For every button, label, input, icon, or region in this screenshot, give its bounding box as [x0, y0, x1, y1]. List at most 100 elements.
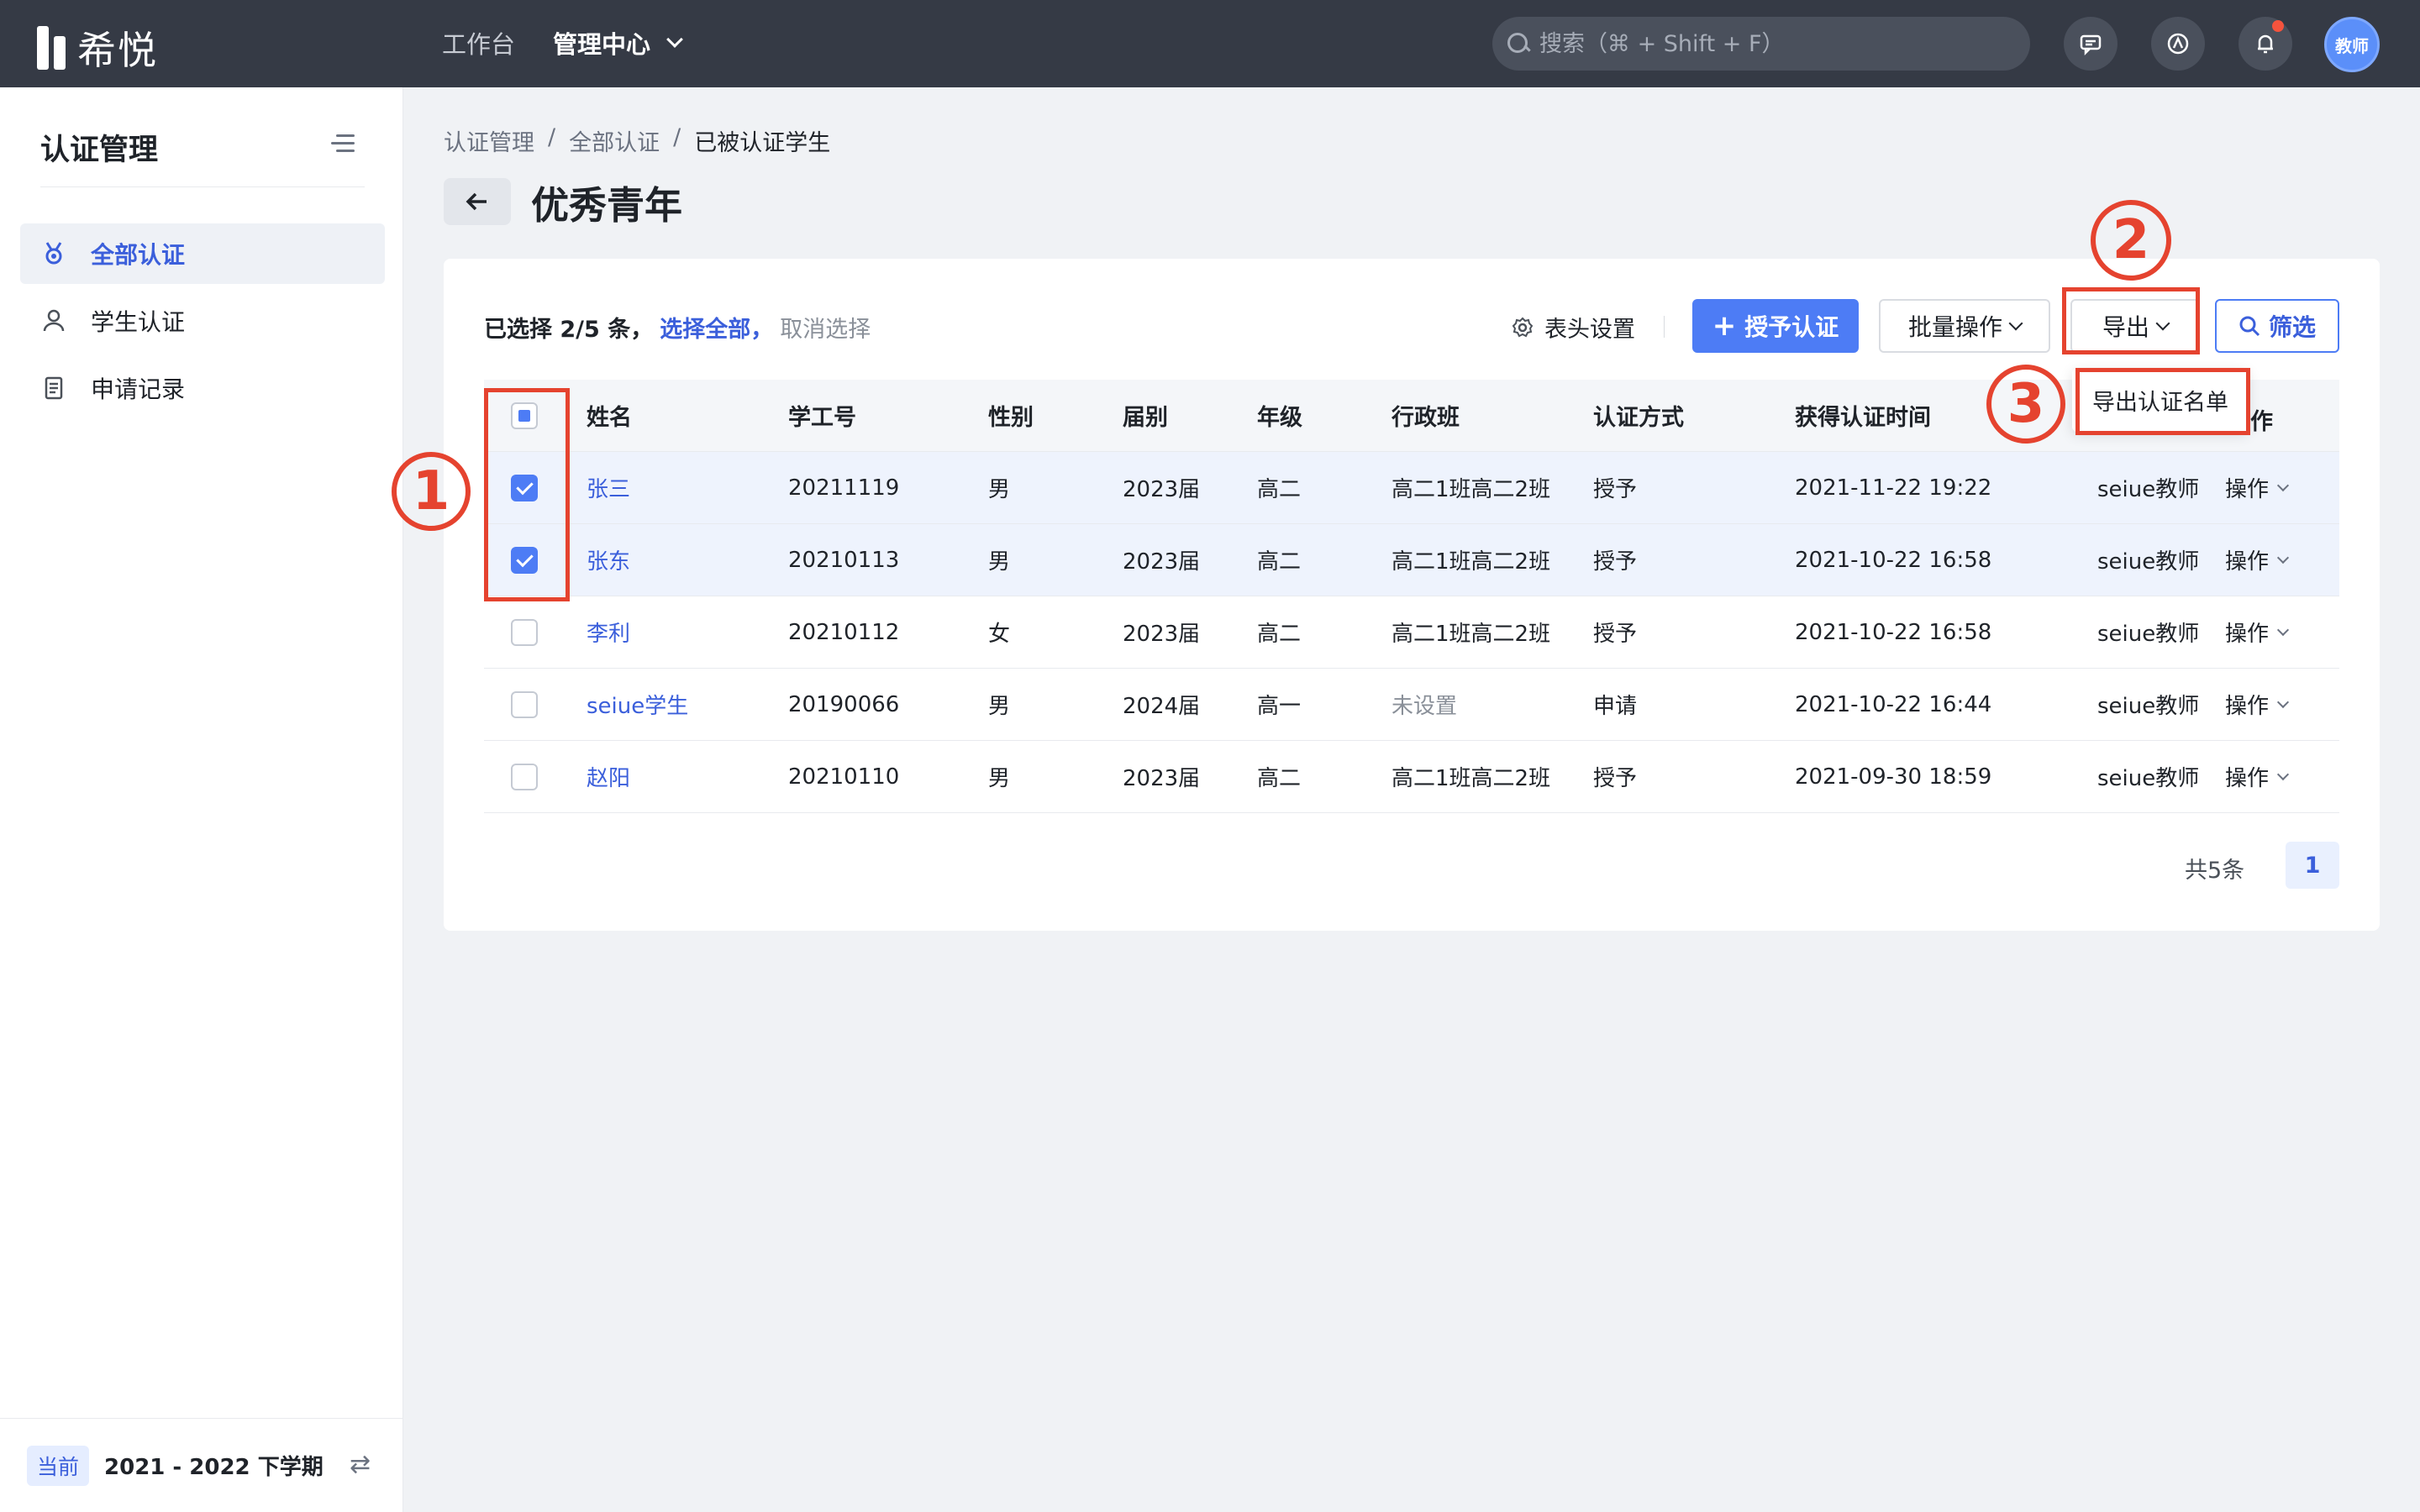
sidebar-item-all-certifications[interactable]: 全部认证 [20, 223, 385, 284]
notifications-button[interactable] [2238, 17, 2292, 71]
back-button[interactable] [444, 178, 511, 225]
logo-mark-icon [37, 26, 66, 70]
filter-button[interactable]: 筛选 [2215, 299, 2339, 353]
row-actions-dropdown[interactable]: 操作 [2225, 544, 2290, 575]
collapse-sidebar-icon[interactable] [331, 134, 355, 153]
nav-workbench[interactable]: 工作台 [442, 25, 515, 60]
student-grade: 高一 [1257, 694, 1302, 719]
header-settings-button[interactable]: 表头设置 [1511, 311, 1635, 344]
annotation-number-three: 3 [1986, 365, 2065, 444]
student-id: 20210113 [788, 547, 900, 573]
pagination-page-1[interactable]: 1 [2286, 842, 2339, 889]
column-header: 行政班 [1392, 405, 1460, 431]
table-row[interactable]: 张东 20210113 男 2023届 高二 高二1班高二2班 授予 2021-… [484, 524, 2339, 596]
search-icon [1507, 33, 1529, 55]
row-actions-dropdown[interactable]: 操作 [2225, 689, 2290, 720]
sidebar-item-label: 学生认证 [91, 308, 186, 336]
student-sex: 男 [988, 549, 1011, 575]
row-actions-dropdown[interactable]: 操作 [2225, 472, 2290, 503]
sidebar: 认证管理 全部认证 学生认证 申请记录 当前 2021 - 2022 下学期 ⇄ [0, 87, 403, 1512]
avatar[interactable]: 教师 [2324, 17, 2380, 72]
student-class: 高二1班高二2班 [1392, 549, 1551, 575]
table-row[interactable]: 李利 20210112 女 2023届 高二 高二1班高二2班 授予 2021-… [484, 596, 2339, 669]
row-checkbox[interactable] [511, 763, 538, 790]
student-grade: 高二 [1257, 766, 1302, 791]
student-sex: 男 [988, 694, 1011, 719]
certification-time: 2021-11-22 19:22 [1795, 475, 1992, 501]
current-term: 2021 - 2022 下学期 [104, 1455, 324, 1480]
column-header-actions: 作 [2250, 409, 2273, 435]
sidebar-title: 认证管理 [40, 134, 159, 167]
student-sex: 男 [988, 766, 1011, 791]
nav-admin-center[interactable]: 管理中心 [553, 25, 683, 60]
annotation-box-checkboxes [484, 388, 570, 601]
student-graduation-year: 2023届 [1123, 477, 1201, 502]
person-icon [43, 309, 65, 332]
student-sex: 女 [988, 622, 1011, 647]
current-term-badge: 当前 [27, 1445, 90, 1486]
search-input[interactable] [1539, 30, 2010, 57]
sidebar-item-label: 全部认证 [91, 241, 186, 269]
apps-button[interactable] [2151, 17, 2205, 71]
row-actions-dropdown[interactable]: 操作 [2225, 761, 2290, 792]
page-title: 优秀青年 [531, 183, 683, 228]
student-name-link[interactable]: 李利 [587, 617, 630, 648]
chevron-down-icon [2276, 479, 2290, 491]
bell-icon [2258, 34, 2273, 54]
student-graduation-year: 2023届 [1123, 622, 1201, 647]
row-actions-dropdown[interactable]: 操作 [2225, 617, 2290, 648]
row-checkbox[interactable] [511, 690, 538, 718]
column-header: 姓名 [587, 405, 632, 431]
student-class: 高二1班高二2班 [1392, 477, 1551, 502]
row-actions-label: 操作 [2225, 766, 2270, 791]
student-class: 高二1班高二2班 [1392, 766, 1551, 791]
column-header: 届别 [1123, 405, 1168, 431]
certified-students-table: 姓名 学工号 性别 届别 年级 行政班 认证方式 获得认证时间 张三 20211… [484, 380, 2339, 813]
student-sex: 男 [988, 477, 1011, 502]
arrow-left-icon [466, 192, 487, 211]
global-search[interactable] [1492, 17, 2030, 71]
column-header: 学工号 [788, 405, 856, 431]
batch-actions-button[interactable]: 批量操作 [1879, 299, 2050, 353]
row-actions-label: 操作 [2225, 477, 2270, 502]
logo-text: 希悦 [77, 28, 158, 73]
column-header: 认证方式 [1593, 405, 1684, 431]
top-bar: 希悦 工作台 管理中心 教师 [0, 0, 2420, 87]
chevron-down-icon [2276, 696, 2290, 708]
annotation-box-export-menu [2075, 368, 2250, 435]
messages-button[interactable] [2064, 17, 2118, 71]
table-row[interactable]: 赵阳 20210110 男 2023届 高二 高二1班高二2班 授予 2021-… [484, 741, 2339, 813]
student-grade: 高二 [1257, 622, 1302, 647]
select-all-link[interactable]: 选择全部， [660, 311, 773, 344]
grant-label: 授予认证 [1744, 313, 1839, 341]
student-id: 20210110 [788, 764, 900, 790]
cancel-selection-link[interactable]: 取消选择 [780, 311, 871, 344]
swap-term-icon[interactable]: ⇄ [350, 1452, 375, 1478]
certification-method: 申请 [1593, 694, 1638, 719]
student-name-link[interactable]: seiue学生 [587, 689, 688, 720]
batch-label: 批量操作 [1907, 313, 2002, 341]
student-name-link[interactable]: 张三 [587, 472, 630, 503]
app-logo[interactable]: 希悦 [37, 20, 158, 76]
certification-time: 2021-09-30 18:59 [1795, 764, 1992, 790]
table-row[interactable]: seiue学生 20190066 男 2024届 高一 未设置 申请 2021-… [484, 669, 2339, 741]
row-checkbox[interactable] [511, 618, 538, 646]
breadcrumb-item[interactable]: 认证管理 [444, 124, 534, 157]
sidebar-item-application-records[interactable]: 申请记录 [20, 358, 385, 418]
student-name-link[interactable]: 赵阳 [587, 761, 630, 792]
sidebar-item-student-certifications[interactable]: 学生认证 [20, 291, 385, 351]
nav-admin-label: 管理中心 [553, 30, 651, 59]
certification-time: 2021-10-22 16:58 [1795, 619, 1992, 645]
student-graduation-year: 2023届 [1123, 766, 1201, 791]
student-graduation-year: 2023届 [1123, 549, 1201, 575]
column-header: 获得认证时间 [1795, 405, 1931, 431]
student-name-link[interactable]: 张东 [587, 544, 630, 575]
chevron-down-icon [2276, 623, 2290, 636]
granted-by: seiue教师 [2097, 622, 2200, 647]
breadcrumb-item[interactable]: 全部认证 [569, 124, 660, 157]
table-row[interactable]: 张三 20211119 男 2023届 高二 高二1班高二2班 授予 2021-… [484, 452, 2339, 524]
certified-students-card: 已选择 2/5 条， 选择全部， 取消选择 表头设置 + 授予认证 批量操作 导… [444, 259, 2380, 931]
grant-certification-button[interactable]: + 授予认证 [1692, 299, 1859, 353]
granted-by: seiue教师 [2097, 694, 2200, 719]
column-header: 年级 [1257, 405, 1302, 431]
